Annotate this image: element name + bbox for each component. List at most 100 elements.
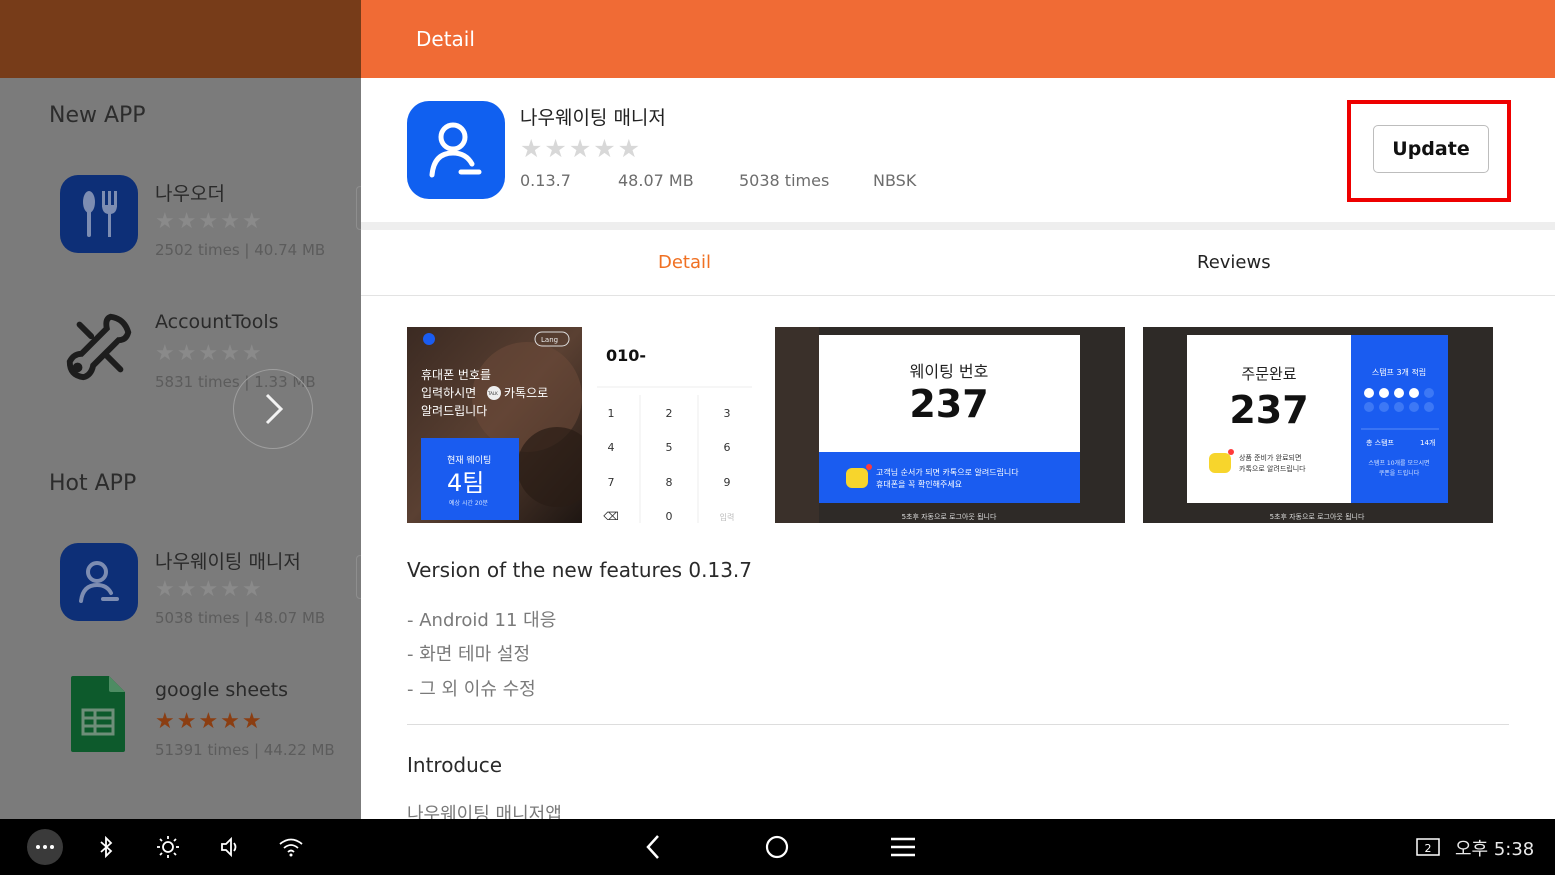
app-downloads: 5038 times [739,171,830,190]
tab-reviews[interactable]: Reviews [1197,252,1271,273]
app-meta: 2502 times | 40.74 MB [155,241,326,259]
svg-text:9: 9 [724,476,731,489]
back-icon[interactable] [640,819,666,875]
svg-text:1: 1 [608,407,615,420]
app-meta: 51391 times | 44.22 MB [155,741,335,759]
fork-knife-icon [60,175,138,253]
update-button[interactable]: Update [1373,125,1489,173]
svg-text:스탬프 10개를 모으시면: 스탬프 10개를 모으시면 [1368,459,1429,467]
person-icon [407,101,505,199]
more-icon[interactable] [27,819,63,875]
app-name: 나우오더 [155,183,225,205]
svg-text:5초후 자동으로 로그아웃 됩니다: 5초후 자동으로 로그아웃 됩니다 [902,512,997,521]
tab-detail[interactable]: Detail [658,252,711,273]
app-store-screen: New APP 나우오더 ★★★★★ 2502 times | 40.74 MB [0,0,1555,875]
svg-text:웨이팅 번호: 웨이팅 번호 [910,362,989,381]
svg-text:스탬프 3개 적립: 스탬프 3개 적립 [1372,367,1426,377]
divider [361,222,1555,230]
screenshot-3[interactable]: 주문완료 237 상품 준비가 완료되면 카톡으로 알려드립니다 스탬프 3개 … [1143,327,1493,523]
screenshot-2[interactable]: 웨이팅 번호 237 고객님 순서가 되면 카톡으로 알려드립니다 휴대폰을 꼭… [775,327,1125,523]
svg-text:상품 준비가 완료되면: 상품 준비가 완료되면 [1239,453,1301,462]
release-note: - 그 외 이슈 수정 [407,679,536,700]
list-item-google-sheets[interactable]: google sheets ★★★★★ 51391 times | 44.22 … [60,675,360,765]
svg-text:3: 3 [724,407,731,420]
list-item-nauorder[interactable]: 나우오더 ★★★★★ 2502 times | 40.74 MB [60,175,360,265]
screenshot-1[interactable]: Lang 휴대폰 번호를 입력하시면 TALK 카톡으로 알려드립니다 현재 웨… [407,327,757,523]
svg-text:입력하시면: 입력하시면 [421,386,476,400]
detail-panel: Detail 나우웨이팅 매니저 ★★★★★ 0.13.7 48.07 MB 5… [361,0,1555,819]
wrench-tools-icon [60,307,138,385]
svg-text:카톡으로 알려드립니다: 카톡으로 알려드립니다 [1239,464,1306,473]
screen-badge-icon[interactable]: 2 [1415,819,1441,875]
app-name: 나우웨이팅 매니저 [520,107,666,129]
person-icon [60,543,138,621]
release-note: - 화면 테마 설정 [407,644,531,665]
rating-stars: ★★★★★ [155,341,264,366]
svg-text:8: 8 [666,476,673,489]
svg-text:2: 2 [666,407,673,420]
bluetooth-icon[interactable] [94,819,118,875]
svg-text:4: 4 [608,441,615,454]
volume-icon[interactable] [217,819,243,875]
svg-text:7: 7 [608,476,615,489]
app-name: AccountTools [155,311,279,333]
rating-stars: ★★★★★ [520,134,643,163]
svg-text:237: 237 [1229,388,1308,432]
svg-text:5초후 자동으로 로그아웃 됩니다: 5초후 자동으로 로그아웃 됩니다 [1270,512,1365,521]
app-meta: 5038 times | 48.07 MB [155,609,326,627]
svg-text:휴대폰 번호를: 휴대폰 번호를 [421,368,491,382]
list-item-nauwaiting[interactable]: 나우웨이팅 매니저 ★★★★★ 5038 times | 48.07 MB [60,543,360,633]
svg-text:휴대폰을 꼭 확인해주세요: 휴대폰을 꼭 확인해주세요 [876,479,962,489]
system-nav-bar: 2 오후 5:38 [0,819,1555,875]
new-app-title: New APP [49,103,146,128]
introduce-title: Introduce [407,753,503,777]
next-button[interactable] [233,369,313,449]
svg-text:010-: 010- [606,346,646,365]
svg-text:14개: 14개 [1420,438,1435,447]
version-title: Version of the new features 0.13.7 [407,558,753,582]
app-developer: NBSK [873,171,917,190]
app-list-panel: New APP 나우오더 ★★★★★ 2502 times | 40.74 MB [0,0,361,819]
divider [407,724,1509,725]
svg-text:예상 시간 20분: 예상 시간 20분 [449,499,489,507]
svg-text:알려드립니다: 알려드립니다 [421,404,487,418]
svg-text:주문완료: 주문완료 [1241,365,1296,383]
svg-text:⌫: ⌫ [603,510,619,523]
tab-bar: Detail Reviews [361,230,1555,296]
rating-stars: ★★★★★ [155,577,264,602]
rating-stars: ★★★★★ [155,709,264,734]
release-note: - Android 11 대응 [407,610,557,631]
rating-stars: ★★★★★ [155,209,264,234]
svg-text:0: 0 [666,510,673,523]
introduce-text: 나우웨이팅 매니저앱 [407,804,562,819]
lang-button: Lang [541,336,558,344]
svg-text:6: 6 [724,441,731,454]
svg-text:쿠폰을 드립니다: 쿠폰을 드립니다 [1379,469,1420,477]
svg-text:5: 5 [666,441,673,454]
hot-app-title: Hot APP [49,471,137,496]
clock: 오후 5:38 [1455,839,1535,860]
app-version: 0.13.7 [520,171,571,190]
page-title: Detail [416,27,475,51]
svg-text:237: 237 [909,382,988,426]
svg-text:고객님 순서가 되면 카톡으로 알려드립니다: 고객님 순서가 되면 카톡으로 알려드립니다 [876,467,1019,477]
svg-text:2: 2 [1425,842,1432,855]
app-name: google sheets [155,679,289,701]
app-size: 48.07 MB [618,171,694,190]
svg-text:입력: 입력 [720,512,735,522]
svg-text:4팀: 4팀 [447,469,484,497]
svg-text:TALK: TALK [487,391,498,396]
svg-text:총 스탬프: 총 스탬프 [1366,438,1395,447]
home-icon[interactable] [763,819,791,875]
app-name: 나우웨이팅 매니저 [155,551,301,573]
detail-header: Detail [361,0,1555,78]
brightness-icon[interactable] [155,819,181,875]
sheets-icon [60,675,138,753]
svg-text:현재 웨이팅: 현재 웨이팅 [447,454,491,466]
left-topbar [0,0,361,78]
menu-icon[interactable] [889,819,917,875]
chevron-right-icon [265,393,284,425]
svg-text:카톡으로: 카톡으로 [504,386,548,400]
list-item-accounttools[interactable]: AccountTools ★★★★★ 5831 times | 1.33 MB [60,307,360,397]
wifi-icon[interactable] [277,819,305,875]
